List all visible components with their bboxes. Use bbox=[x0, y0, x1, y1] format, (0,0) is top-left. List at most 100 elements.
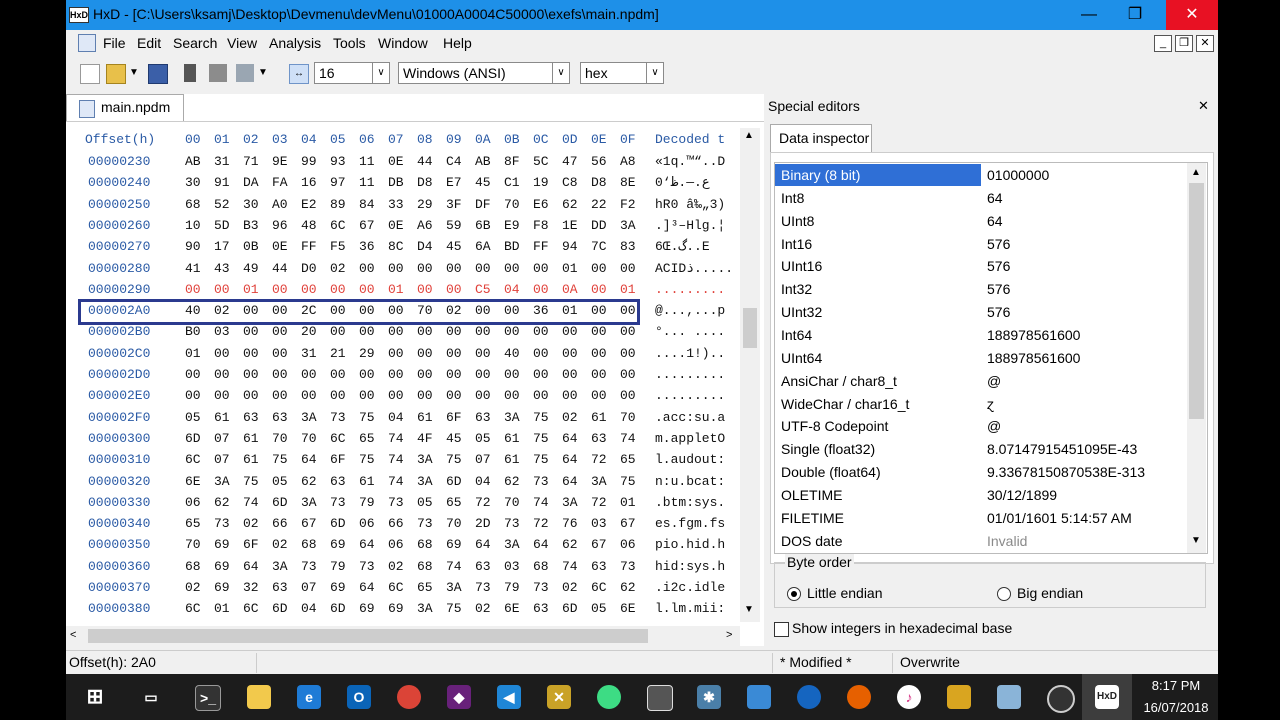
hex-byte[interactable]: 00 bbox=[620, 322, 636, 342]
hex-byte[interactable]: 73 bbox=[330, 408, 346, 428]
hex-byte[interactable]: 43 bbox=[214, 259, 230, 279]
hex-byte[interactable]: 6F bbox=[446, 408, 462, 428]
hex-byte[interactable]: 75 bbox=[533, 408, 549, 428]
decoded-text[interactable]: l.lm.mii: bbox=[655, 599, 725, 619]
hex-byte[interactable]: 07 bbox=[214, 450, 230, 470]
hex-byte[interactable]: 70 bbox=[272, 429, 288, 449]
taskbar-explorer[interactable] bbox=[234, 674, 284, 720]
hex-byte[interactable]: 6C bbox=[185, 450, 201, 470]
hex-byte[interactable]: 48 bbox=[301, 216, 317, 236]
hex-byte[interactable]: 69 bbox=[388, 599, 404, 619]
hex-byte[interactable]: 64 bbox=[533, 535, 549, 555]
hex-byte[interactable]: 69 bbox=[446, 535, 462, 555]
hex-byte[interactable]: 00 bbox=[591, 259, 607, 279]
hex-base-label[interactable]: Show integers in hexadecimal base bbox=[792, 620, 1012, 636]
hex-grid[interactable]: Offset(h) Decoded t 00 01 02 03 04 05 06 07 08 09… bbox=[66, 128, 738, 624]
hex-byte[interactable]: 3A bbox=[301, 493, 317, 513]
hex-byte[interactable]: 9E bbox=[272, 152, 288, 172]
new-file-icon[interactable] bbox=[80, 64, 100, 84]
hex-byte[interactable]: 3A bbox=[417, 599, 433, 619]
hex-byte[interactable]: 07 bbox=[301, 578, 317, 598]
hex-byte[interactable]: 67 bbox=[620, 514, 636, 534]
hex-byte[interactable]: 00 bbox=[243, 365, 259, 385]
data-inspector-table[interactable]: Binary (8 bit) 01000000 Int8 64 UInt8 64 Int16… bbox=[774, 162, 1208, 554]
hex-byte[interactable]: 63 bbox=[475, 557, 491, 577]
inspector-row[interactable]: OLETIME 30/12/1899 bbox=[775, 484, 1185, 507]
hex-byte[interactable]: 0E bbox=[388, 216, 404, 236]
decoded-text[interactable]: @...,...p bbox=[655, 301, 725, 321]
mdi-close-button[interactable]: ✕ bbox=[1196, 35, 1214, 52]
hex-byte[interactable]: 93 bbox=[330, 152, 346, 172]
inspector-value[interactable]: 30/12/1899 bbox=[987, 484, 1183, 506]
hex-byte[interactable]: 5D bbox=[214, 216, 230, 236]
hex-byte[interactable]: 00 bbox=[446, 344, 462, 364]
inspector-row[interactable]: UTF-8 Codepoint @ bbox=[775, 415, 1185, 438]
hex-byte[interactable]: 00 bbox=[446, 259, 462, 279]
scroll-up-icon[interactable]: ▲ bbox=[744, 130, 754, 141]
inspector-value[interactable]: 576 bbox=[987, 255, 1183, 277]
hex-byte[interactable]: 06 bbox=[620, 535, 636, 555]
hex-byte[interactable]: 00 bbox=[475, 344, 491, 364]
hex-byte[interactable]: 36 bbox=[359, 237, 375, 257]
hex-byte[interactable]: 0E bbox=[388, 152, 404, 172]
hex-byte[interactable]: 61 bbox=[417, 408, 433, 428]
hex-byte[interactable]: 00 bbox=[330, 322, 346, 342]
inspector-scrollbar[interactable]: ▲ ▼ bbox=[1187, 163, 1206, 553]
taskbar-visual-studio[interactable]: ◆ bbox=[434, 674, 484, 720]
hex-byte[interactable]: 07 bbox=[475, 450, 491, 470]
hex-byte[interactable]: 44 bbox=[272, 259, 288, 279]
hex-byte[interactable]: 3A bbox=[504, 408, 520, 428]
hex-byte[interactable]: 74 bbox=[533, 493, 549, 513]
hex-byte[interactable]: 74 bbox=[388, 472, 404, 492]
hex-byte[interactable]: 00 bbox=[359, 280, 375, 300]
decoded-text[interactable]: hid:sys.h bbox=[655, 557, 725, 577]
hex-byte[interactable]: 76 bbox=[562, 514, 578, 534]
hex-byte[interactable]: 01 bbox=[185, 344, 201, 364]
hex-byte[interactable]: 62 bbox=[620, 578, 636, 598]
hex-byte[interactable]: 75 bbox=[243, 472, 259, 492]
hex-byte[interactable]: 44 bbox=[417, 152, 433, 172]
inspector-value[interactable]: 576 bbox=[987, 301, 1183, 323]
hex-byte[interactable]: 02 bbox=[330, 259, 346, 279]
inspector-row[interactable]: UInt8 64 bbox=[775, 210, 1185, 233]
hex-byte[interactable]: 17 bbox=[214, 237, 230, 257]
hex-byte[interactable]: 6E bbox=[185, 472, 201, 492]
hex-byte[interactable]: 6C bbox=[330, 216, 346, 236]
hex-byte[interactable]: D8 bbox=[591, 173, 607, 193]
hex-byte[interactable]: 70 bbox=[185, 535, 201, 555]
hex-byte[interactable]: 52 bbox=[214, 195, 230, 215]
hex-byte[interactable]: 6E bbox=[417, 621, 433, 624]
hex-byte[interactable]: 6D bbox=[330, 514, 346, 534]
hex-byte[interactable]: 6C bbox=[185, 599, 201, 619]
hex-byte[interactable]: 61 bbox=[243, 429, 259, 449]
hex-byte[interactable]: 73 bbox=[620, 557, 636, 577]
hex-byte[interactable]: A0 bbox=[272, 195, 288, 215]
inspector-row[interactable]: AnsiChar / char8_t @ bbox=[775, 370, 1185, 393]
inspector-row[interactable]: UInt16 576 bbox=[775, 255, 1185, 278]
hex-byte[interactable]: 71 bbox=[243, 152, 259, 172]
hex-byte[interactable]: 00 bbox=[620, 386, 636, 406]
hex-byte[interactable]: 68 bbox=[185, 195, 201, 215]
hex-byte[interactable]: 01 bbox=[243, 280, 259, 300]
hex-byte[interactable]: 73 bbox=[533, 472, 549, 492]
hex-byte[interactable]: 00 bbox=[272, 322, 288, 342]
hex-byte[interactable]: 00 bbox=[214, 344, 230, 364]
decoded-text[interactable]: ......... bbox=[655, 386, 725, 406]
taskbar-network[interactable] bbox=[634, 674, 684, 720]
hex-byte[interactable]: 67 bbox=[359, 216, 375, 236]
hex-byte[interactable]: 62 bbox=[504, 472, 520, 492]
inspector-value[interactable]: 8.07147915451095E-43 bbox=[987, 438, 1183, 460]
hex-byte[interactable]: 90 bbox=[185, 237, 201, 257]
hex-byte[interactable]: E7 bbox=[446, 173, 462, 193]
hex-byte[interactable]: 69 bbox=[185, 621, 201, 624]
hex-byte[interactable]: 63 bbox=[272, 578, 288, 598]
hex-byte[interactable]: 40 bbox=[504, 344, 520, 364]
hex-byte[interactable]: 62 bbox=[562, 535, 578, 555]
hex-byte[interactable]: D8 bbox=[417, 173, 433, 193]
mdi-restore-button[interactable]: ❐ bbox=[1175, 35, 1193, 52]
hex-byte[interactable]: 1E bbox=[562, 216, 578, 236]
hex-byte[interactable]: 99 bbox=[301, 152, 317, 172]
hex-byte[interactable]: 79 bbox=[330, 557, 346, 577]
hex-byte[interactable]: 41 bbox=[185, 259, 201, 279]
menu-search[interactable]: Search bbox=[173, 35, 217, 51]
